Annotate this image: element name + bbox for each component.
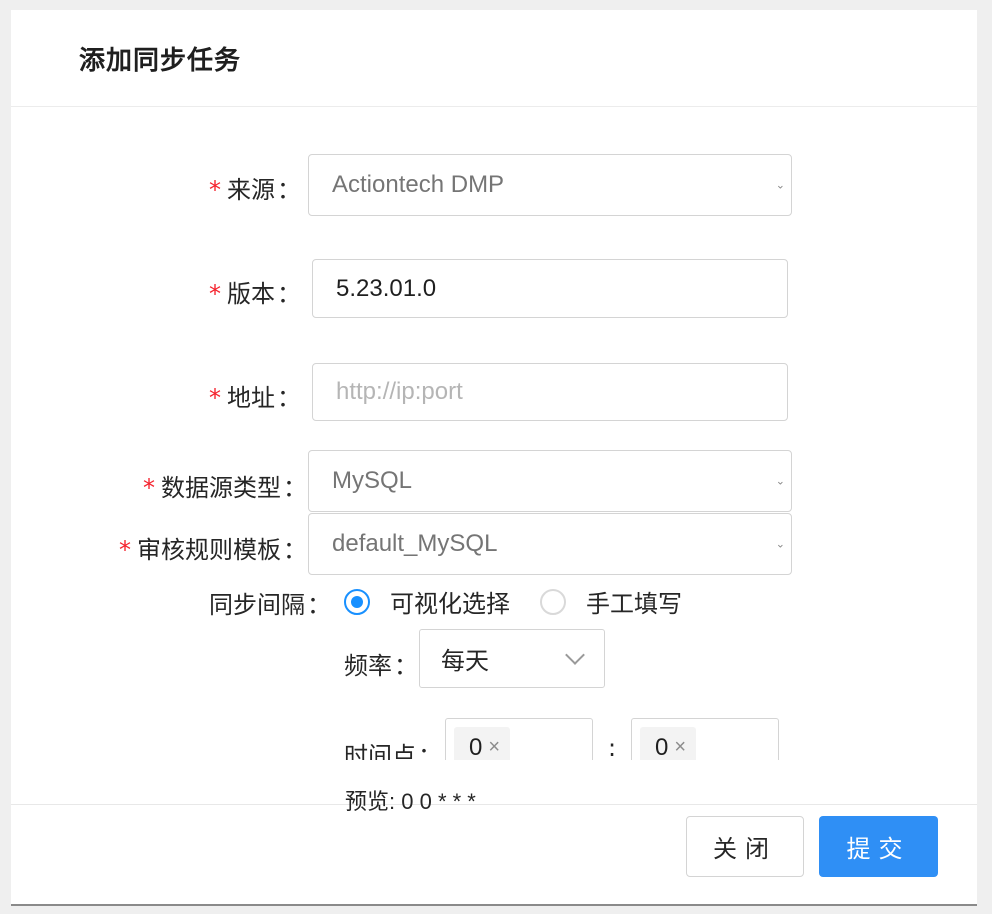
preview-backdrop xyxy=(198,760,780,804)
footer-divider xyxy=(11,804,977,805)
required-mark: * xyxy=(209,176,221,204)
modal-bottom-edge xyxy=(11,904,977,906)
db-type-value: MySQL xyxy=(332,467,413,494)
db-type-label: * 数据源类型： xyxy=(143,474,307,502)
minute-value: 0 xyxy=(655,733,669,761)
source-value: Actiontech DMP xyxy=(332,171,505,198)
close-button[interactable]: 关闭 xyxy=(686,816,804,877)
close-icon[interactable]: × xyxy=(674,736,686,759)
time-separator: : xyxy=(608,734,617,762)
radio-visual-label: 可视化选择 xyxy=(390,590,510,618)
modal-header: 添加同步任务 xyxy=(11,10,977,107)
db-type-select[interactable]: MySQL ⌄ xyxy=(308,450,792,512)
chevron-down-icon: ⌄ xyxy=(775,538,785,551)
radio-visual-select[interactable] xyxy=(344,588,370,615)
version-label: * 版本： xyxy=(209,280,301,308)
radio-manual-label: 手工填写 xyxy=(586,590,682,618)
address-label: * 地址： xyxy=(209,384,301,412)
required-mark: * xyxy=(209,280,221,308)
submit-button[interactable]: 提交 xyxy=(819,816,938,877)
close-icon[interactable]: × xyxy=(488,736,500,759)
chevron-down-icon: ⌄ xyxy=(775,179,785,192)
source-select[interactable]: Actiontech DMP ⌄ xyxy=(308,154,792,216)
chevron-down-icon: ⌄ xyxy=(775,475,785,488)
rule-template-label: * 审核规则模板： xyxy=(119,536,307,564)
address-input[interactable]: http://ip:port xyxy=(312,363,788,421)
rule-template-select[interactable]: default_MySQL ⌄ xyxy=(308,513,792,575)
version-input[interactable]: 5.23.01.0 xyxy=(312,259,788,318)
radio-manual-input[interactable] xyxy=(540,588,566,615)
chevron-down-icon xyxy=(565,645,585,665)
hour-value: 0 xyxy=(469,733,483,761)
required-mark: * xyxy=(143,474,155,502)
cron-preview: 预览: 0 0 * * * xyxy=(345,789,476,814)
cron-preview-value: 0 0 * * * xyxy=(401,789,476,814)
required-mark: * xyxy=(209,384,221,412)
frequency-label: 频率： xyxy=(344,652,418,680)
address-placeholder: http://ip:port xyxy=(336,378,463,405)
rule-template-value: default_MySQL xyxy=(332,530,498,557)
required-mark: * xyxy=(119,536,131,564)
sync-interval-label: 同步间隔： xyxy=(209,591,331,619)
frequency-value: 每天 xyxy=(441,647,489,675)
source-label: * 来源： xyxy=(209,176,301,204)
version-value: 5.23.01.0 xyxy=(336,274,437,302)
modal-title: 添加同步任务 xyxy=(79,46,242,76)
sync-interval-radio-group: 可视化选择 手工填写 xyxy=(344,584,712,619)
frequency-select[interactable]: 每天 xyxy=(419,629,605,688)
